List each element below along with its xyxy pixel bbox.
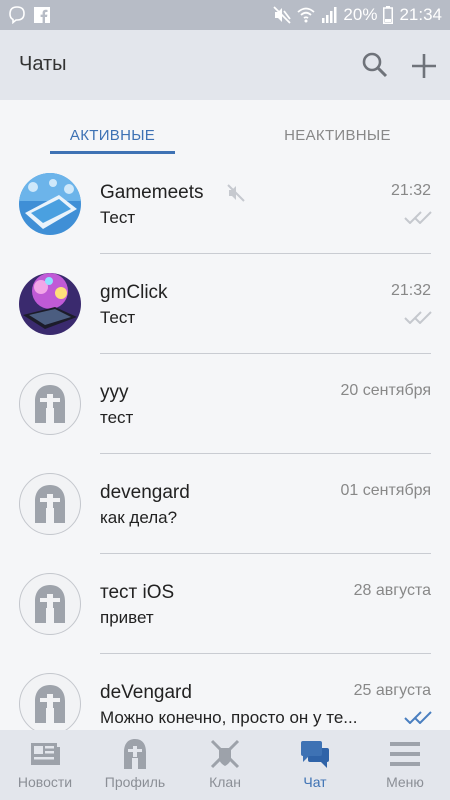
chat-name: deVengard: [100, 682, 192, 703]
profile-helmet-icon: [124, 739, 146, 769]
default-avatar: [19, 473, 81, 535]
add-icon[interactable]: [408, 50, 440, 82]
chat-time: 21:32: [390, 182, 431, 199]
helmet-icon: [35, 685, 65, 723]
divider: [100, 453, 431, 454]
nav-label: Меню: [386, 774, 424, 790]
chat-time: 20 сентября: [340, 382, 431, 399]
chat-last-message: Тест: [100, 208, 136, 227]
chat-item-yyy[interactable]: yyy 20 сентября тест: [0, 373, 450, 473]
clock: 21:34: [399, 5, 442, 24]
nav-label: Профиль: [104, 774, 166, 790]
nav-label: Чат: [303, 774, 327, 790]
double-check-icon: [404, 711, 432, 724]
helmet-icon: [35, 485, 65, 523]
chat-time: 01 сентября: [340, 482, 431, 499]
chat-name: devengard: [100, 482, 190, 503]
nav-item-profile[interactable]: Профиль: [90, 730, 180, 800]
muted-icon: [227, 184, 245, 202]
nav-item-menu[interactable]: Меню: [360, 730, 450, 800]
chat-icon: [301, 741, 329, 768]
nav-label: Новости: [17, 774, 73, 790]
mute-icon: [273, 6, 292, 24]
tab-inactive[interactable]: НЕАКТИВНЫЕ: [270, 127, 405, 144]
chat-time: 28 августа: [353, 582, 431, 599]
double-check-icon: [404, 211, 432, 224]
chat-time: 25 августа: [353, 682, 431, 699]
chat-name: тест iOS: [100, 582, 175, 603]
chat-avatar-gmclick: [19, 273, 81, 335]
news-icon: [31, 743, 60, 765]
menu-icon: [390, 742, 420, 766]
chat-last-message: как дела?: [100, 508, 178, 527]
chat-item-devengard[interactable]: devengard 01 сентября как дела?: [0, 473, 450, 573]
battery-icon: [383, 6, 394, 24]
facebook-icon: [34, 7, 50, 23]
chat-item-test-ios[interactable]: тест iOS 28 августа привет: [0, 573, 450, 673]
tab-indicator: [50, 151, 175, 154]
chat-tabs: АКТИВНЫЕ НЕАКТИВНЫЕ: [0, 100, 450, 160]
chat-avatar-gamemeets: [19, 173, 81, 235]
divider: [100, 653, 431, 654]
chat-item-gamemeets[interactable]: Gamemeets 21:32 Тест: [0, 173, 450, 273]
divider: [100, 553, 431, 554]
divider: [100, 353, 431, 354]
nav-item-chat[interactable]: Чат: [270, 730, 360, 800]
chat-last-message: привет: [100, 608, 154, 627]
page-title: Чаты: [19, 53, 67, 75]
chat-last-message: Тест: [100, 308, 136, 327]
chat-last-message: Можно конечно, просто он у те...: [100, 708, 358, 727]
wifi-icon: [297, 7, 316, 23]
chat-time: 21:32: [390, 282, 431, 299]
tab-active[interactable]: АКТИВНЫЕ: [50, 127, 175, 144]
nav-label: Клан: [209, 774, 241, 790]
chat-name: Gamemeets: [100, 182, 204, 203]
app-bar: Чаты: [0, 30, 450, 100]
helmet-icon: [35, 585, 65, 623]
chat-last-message: тест: [100, 408, 134, 427]
search-icon[interactable]: [360, 50, 390, 80]
divider: [100, 253, 431, 254]
default-avatar: [19, 573, 81, 635]
nav-item-clan[interactable]: Клан: [180, 730, 270, 800]
battery-percent: 20%: [343, 5, 378, 24]
nav-item-news[interactable]: Новости: [0, 730, 90, 800]
chat-name: gmClick: [100, 282, 168, 303]
helmet-icon: [35, 385, 65, 423]
chat-name: yyy: [100, 382, 129, 403]
default-avatar: [19, 673, 81, 735]
bottom-nav: Новости Профиль Клан Чат Меню: [0, 730, 450, 800]
chat-item-gmclick[interactable]: gmClick 21:32 Тест: [0, 273, 450, 373]
viber-icon: [9, 6, 25, 24]
signal-icon: [322, 7, 337, 23]
double-check-icon: [404, 311, 432, 324]
status-bar: 20% 21:34: [0, 0, 450, 30]
clan-swords-icon: [210, 739, 240, 769]
default-avatar: [19, 373, 81, 435]
